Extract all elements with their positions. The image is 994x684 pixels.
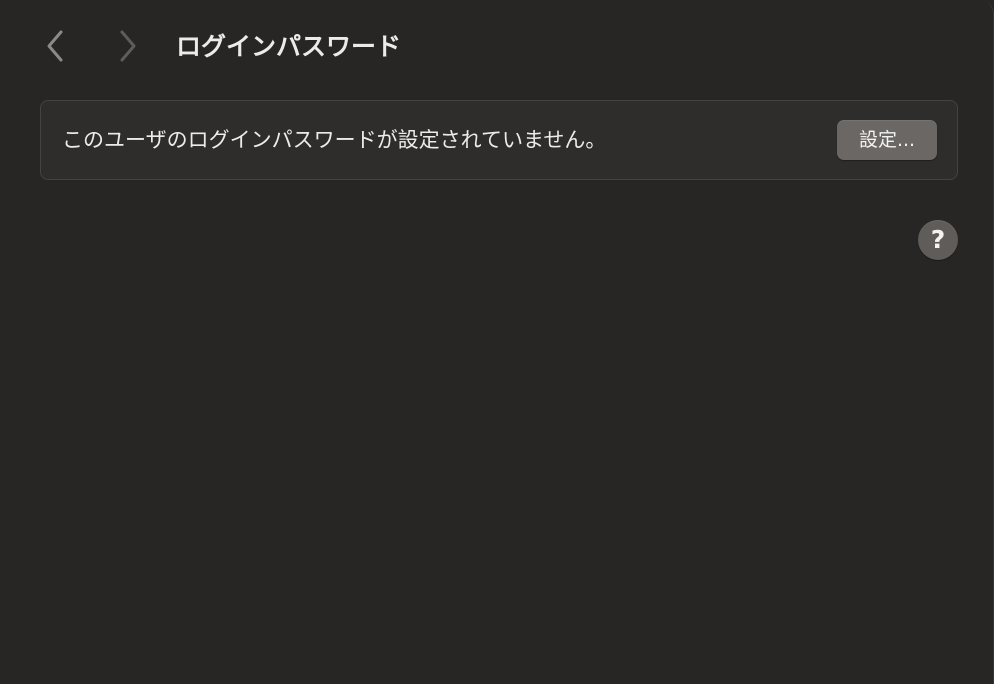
settings-window: ログインパスワード このユーザのログインパスワードが設定されていません。 設定.… — [0, 0, 994, 684]
set-password-button[interactable]: 設定... — [837, 120, 937, 160]
chevron-left-icon — [47, 30, 63, 62]
forward-button[interactable] — [109, 28, 145, 64]
help-icon: ? — [930, 225, 946, 254]
page-title: ログインパスワード — [176, 32, 402, 61]
help-button[interactable]: ? — [918, 220, 958, 260]
chevron-right-icon — [120, 30, 136, 62]
password-status-message: このユーザのログインパスワードが設定されていません。 — [62, 128, 607, 152]
back-button[interactable] — [38, 28, 74, 64]
toolbar: ログインパスワード — [0, 0, 993, 92]
login-password-panel: このユーザのログインパスワードが設定されていません。 設定... — [40, 100, 958, 180]
